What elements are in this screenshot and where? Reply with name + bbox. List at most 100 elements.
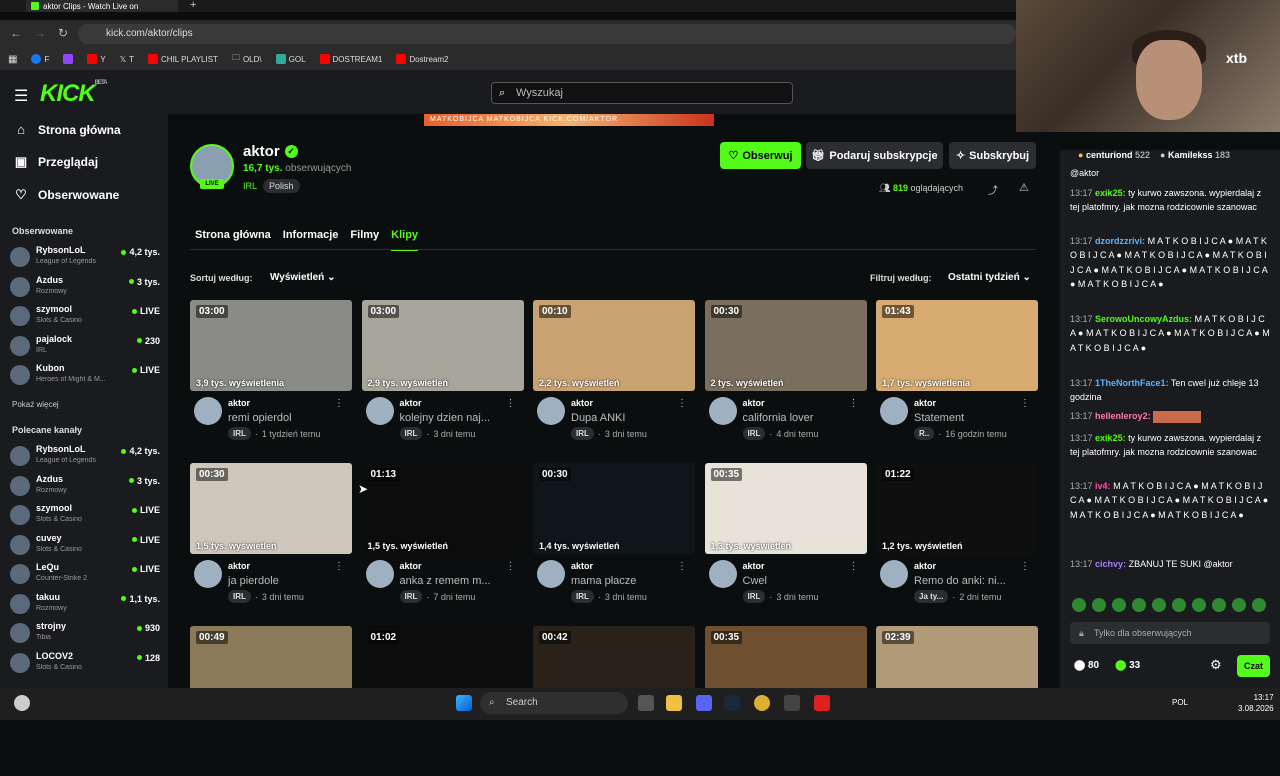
clip-card[interactable]: 00:30 1,5 tys. wyświetleń aktor ⋮ ja pierdol… bbox=[190, 463, 352, 613]
clip-owner-avatar[interactable] bbox=[194, 560, 222, 588]
bookmark-youtube[interactable]: Y bbox=[87, 54, 106, 64]
recommended-channel[interactable]: takuu Rozmowy 1,1 tys. bbox=[10, 590, 160, 618]
bookmark-gol[interactable]: GOL bbox=[275, 54, 306, 64]
gift-subs-button[interactable]: 🎁︎ Podaruj subskrypcje bbox=[806, 142, 943, 169]
clip-thumbnail[interactable]: 03:00 3,9 tys. wyświetlenia bbox=[190, 300, 352, 391]
apps-icon[interactable]: ▦ bbox=[8, 54, 17, 65]
sort-dropdown[interactable]: Wyświetleń ⌄ bbox=[270, 272, 335, 283]
new-tab-icon[interactable]: + bbox=[190, 0, 196, 11]
windows-start-icon[interactable] bbox=[456, 695, 472, 711]
clip-owner[interactable]: aktor bbox=[571, 398, 593, 408]
clip-title[interactable]: Cwel bbox=[743, 575, 853, 587]
clip-owner-avatar[interactable] bbox=[365, 397, 394, 425]
clip-owner[interactable]: aktor bbox=[228, 561, 250, 571]
clip-thumbnail[interactable]: 01:22 1,2 tys. wyświetleń bbox=[876, 463, 1038, 554]
browser-tab[interactable]: aktor Clips - Watch Live on bbox=[26, 0, 178, 12]
recommended-channel[interactable]: cuvey Slots & Casino LIVE bbox=[10, 531, 160, 559]
follow-button[interactable]: ♡ Obserwuj bbox=[720, 142, 801, 169]
more-options-icon[interactable]: ⋮ bbox=[677, 561, 687, 572]
chat-message[interactable]: 13:17 cichvy: ZBANUJ TE SUKI @aktor bbox=[1070, 557, 1270, 571]
back-icon[interactable]: ← bbox=[10, 26, 22, 40]
clip-card[interactable]: 00:35 1,3 tys. wyświetleń aktor ⋮ Cwel IRL · 3… bbox=[704, 463, 867, 613]
emote-bar[interactable] bbox=[1072, 598, 1266, 612]
clip-card[interactable]: 01:22 1,2 tys. wyświetleń aktor ⋮ Remo do an… bbox=[876, 463, 1038, 613]
chat-message[interactable]: 13:17 iv4: M A T K O B I J C A ● M A T K… bbox=[1070, 479, 1270, 522]
chat-message[interactable]: 13:17 SerowoUncowyAzdus: M A T K O B I J… bbox=[1070, 312, 1270, 355]
task-view-icon[interactable] bbox=[638, 695, 654, 711]
clip-thumbnail[interactable]: 03:00 2,9 tys. wyświetleń bbox=[361, 300, 524, 391]
clip-thumbnail[interactable]: 00:30 1,4 tys. wyświetleń bbox=[533, 463, 695, 554]
clip-title[interactable]: remi opierdol bbox=[228, 412, 338, 424]
clip-title[interactable]: Remo do anki: ni... bbox=[914, 575, 1024, 587]
clip-thumbnail[interactable]: 01:43 1,7 tys. wyświetlenia bbox=[876, 300, 1038, 391]
clip-card[interactable]: 01:43 1,7 tys. wyświetlenia aktor ⋮ Statemen… bbox=[876, 300, 1038, 450]
clip-title[interactable]: kolejny dzien naj... bbox=[400, 412, 510, 424]
clip-thumbnail[interactable]: 01:13 1,5 tys. wyświetleń bbox=[361, 463, 524, 554]
clip-title[interactable]: anka z remem m... bbox=[400, 575, 510, 587]
clip-owner[interactable]: aktor bbox=[400, 398, 422, 408]
show-more-link[interactable]: Pokaż więcej bbox=[12, 400, 59, 409]
forward-icon[interactable]: → bbox=[34, 26, 46, 40]
followed-channel[interactable]: RybsonLoL League of Legends 4,2 tys. bbox=[10, 243, 160, 271]
sidebar-nav-following[interactable]: ♡ Obserwowane bbox=[14, 187, 119, 203]
taskbar-search[interactable]: ⌕ Search bbox=[480, 692, 628, 714]
more-options-icon[interactable]: ⋮ bbox=[506, 398, 516, 409]
tab-videos[interactable]: Filmy bbox=[350, 229, 379, 251]
clip-title[interactable]: Dupa ANKI bbox=[571, 412, 681, 424]
tab-about[interactable]: Informacje bbox=[283, 229, 339, 251]
bookmark-dostream1[interactable]: DOSTREAM1 bbox=[319, 54, 382, 64]
taskbar-clock[interactable]: 13:17 3.08.2026 bbox=[1238, 692, 1274, 714]
address-bar[interactable]: kick.com/aktor/clips bbox=[78, 24, 1016, 44]
more-options-icon[interactable]: ⋮ bbox=[334, 398, 344, 409]
followed-channel[interactable]: pajalock IRL 230 bbox=[10, 332, 160, 360]
clip-card[interactable]: 03:00 2,9 tys. wyświetleń aktor ⋮ kolejny dz… bbox=[361, 300, 524, 450]
app-icon[interactable] bbox=[784, 695, 800, 711]
followed-channel[interactable]: Kubon Heroes of Might & M... LIVE bbox=[10, 361, 160, 389]
clip-owner-avatar[interactable] bbox=[708, 560, 737, 588]
sidebar-nav-home[interactable]: ⌂ Strona główna bbox=[14, 122, 121, 137]
clip-thumbnail[interactable]: 00:10 2,2 tys. wyświetleń bbox=[533, 300, 695, 391]
clip-title[interactable]: ja pierdole bbox=[228, 575, 338, 587]
chat-message[interactable]: @aktor bbox=[1070, 166, 1270, 180]
followed-channel[interactable]: Azdus Rozmowy 3 tys. bbox=[10, 273, 160, 301]
chat-message[interactable]: 13:17 exik25: ty kurwo zawszona. wypierd… bbox=[1070, 431, 1270, 460]
widgets-icon[interactable] bbox=[14, 695, 30, 711]
chat-message[interactable]: 13:17 exik25: ty kurwo zawszona. wypierd… bbox=[1070, 186, 1270, 215]
bookmark-facebook[interactable]: F bbox=[31, 54, 49, 64]
reload-icon[interactable]: ↻ bbox=[58, 26, 68, 40]
clip-owner-avatar[interactable] bbox=[365, 560, 394, 588]
clip-owner-avatar[interactable] bbox=[537, 397, 565, 425]
clip-card[interactable]: 00:30 1,4 tys. wyświetleń aktor ⋮ mama płacz… bbox=[533, 463, 695, 613]
clip-owner[interactable]: aktor bbox=[743, 398, 765, 408]
menu-icon[interactable]: ☰ bbox=[14, 86, 28, 106]
clip-card[interactable]: 00:10 2,2 tys. wyświetleń aktor ⋮ Dupa ANKI I… bbox=[533, 300, 695, 450]
more-options-icon[interactable]: ⋮ bbox=[506, 561, 516, 572]
chrome-icon[interactable] bbox=[754, 695, 770, 711]
subscribe-button[interactable]: ✧ Subskrybuj bbox=[949, 142, 1036, 169]
chat-message[interactable]: 13:17 dzordzzrivi: M A T K O B I J C A ●… bbox=[1070, 234, 1270, 291]
clip-thumbnail[interactable]: 00:35 1,3 tys. wyświetleń bbox=[704, 463, 867, 554]
clip-owner-avatar[interactable] bbox=[708, 397, 737, 425]
steam-icon[interactable] bbox=[724, 695, 740, 711]
clip-card[interactable]: 01:13 1,5 tys. wyświetleń aktor ⋮ anka z rem… bbox=[361, 463, 524, 613]
clip-owner[interactable]: aktor bbox=[914, 561, 936, 571]
bookmark-chil-playlist[interactable]: CHIL PLAYLIST bbox=[148, 54, 218, 64]
clip-owner[interactable]: aktor bbox=[743, 561, 765, 571]
chat-send-button[interactable]: Czat bbox=[1237, 655, 1270, 677]
chat-message[interactable]: 13:17 1TheNorthFace1: Ten cwel już chlej… bbox=[1070, 376, 1270, 405]
category-link[interactable]: IRL bbox=[243, 181, 257, 191]
bookmark-dostream2[interactable]: Dostream2 bbox=[396, 54, 448, 64]
bookmark-old[interactable]: 🗀 OLD\ bbox=[232, 52, 262, 66]
chat-message[interactable]: 13:17 hellenleroy2: bbox=[1070, 409, 1270, 423]
recommended-channel[interactable]: LOCOV2 Slots & Casino 128 bbox=[10, 649, 160, 677]
clip-owner-avatar[interactable] bbox=[537, 560, 565, 588]
filter-dropdown[interactable]: Ostatni tydzień ⌄ bbox=[948, 272, 1031, 283]
recommended-channel[interactable]: strojny Tibia 930 bbox=[10, 619, 160, 647]
clip-owner-avatar[interactable] bbox=[880, 397, 908, 425]
gear-icon[interactable]: ⚙ bbox=[1210, 657, 1222, 673]
clip-thumbnail[interactable]: 00:30 1,5 tys. wyświetleń bbox=[190, 463, 352, 554]
more-options-icon[interactable]: ⋮ bbox=[849, 561, 859, 572]
more-options-icon[interactable]: ⋮ bbox=[1020, 398, 1030, 409]
language-indicator[interactable]: POL bbox=[1172, 698, 1188, 707]
clip-owner-avatar[interactable] bbox=[194, 397, 222, 425]
